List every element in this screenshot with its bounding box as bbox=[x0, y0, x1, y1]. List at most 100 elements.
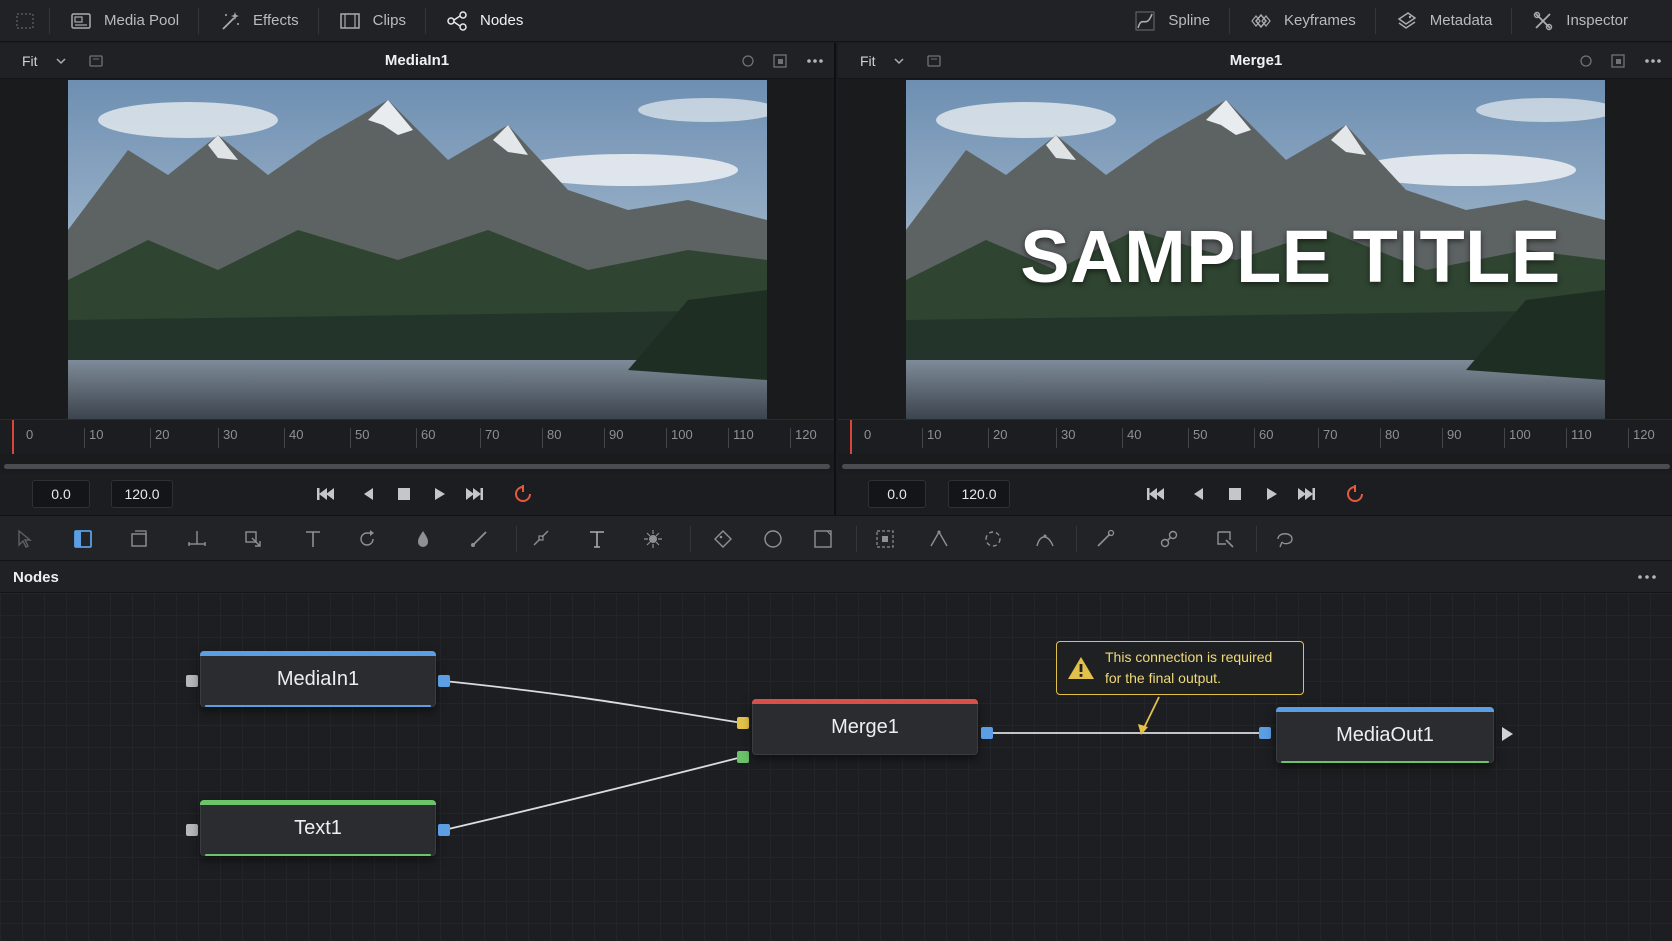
start-timecode-field[interactable]: 0.0 bbox=[32, 480, 90, 508]
effects-wand-icon bbox=[222, 11, 240, 30]
fullscreen-icon[interactable] bbox=[1610, 53, 1626, 69]
node-merge1[interactable]: Merge1 bbox=[752, 699, 978, 755]
end-timecode-field[interactable]: 120.0 bbox=[948, 480, 1010, 508]
media-pool-button[interactable]: Media Pool bbox=[50, 0, 200, 42]
effects-button[interactable]: Effects bbox=[199, 0, 319, 42]
viewer-left: Fit MediaIn1 0 10 20 30 40 50 60 70 80 9… bbox=[0, 43, 836, 515]
sync-icon[interactable] bbox=[740, 53, 756, 69]
bspline-tool[interactable] bbox=[926, 526, 952, 552]
media-pool-label: Media Pool bbox=[104, 12, 180, 29]
nodes-label: Nodes bbox=[479, 12, 524, 29]
metadata-icon bbox=[1397, 11, 1417, 29]
go-to-end-icon[interactable] bbox=[1296, 483, 1318, 505]
overlay-title-text: SAMPLE TITLE bbox=[1020, 215, 1561, 298]
mediain-input-port[interactable] bbox=[186, 675, 198, 687]
text-plus-icon bbox=[590, 531, 604, 548]
output-arrow-icon[interactable] bbox=[1500, 726, 1514, 742]
lasso-tool[interactable] bbox=[1272, 526, 1298, 552]
layout-toggle-icon bbox=[16, 12, 34, 29]
connection-mediain-to-merge bbox=[443, 680, 743, 724]
merge-tool[interactable] bbox=[240, 526, 266, 552]
start-timecode-field[interactable]: 0.0 bbox=[868, 480, 926, 508]
node-mediaout1[interactable]: MediaOut1 bbox=[1276, 707, 1494, 763]
fullscreen-icon[interactable] bbox=[772, 53, 788, 69]
polygon-mask-tool[interactable] bbox=[710, 526, 736, 552]
timeline-ruler[interactable]: 0 10 20 30 40 50 60 70 80 90 100 110 120 bbox=[838, 419, 1672, 454]
mediaout-input-port[interactable] bbox=[1259, 727, 1271, 739]
end-timecode-field[interactable]: 120.0 bbox=[111, 480, 173, 508]
ruler-tick: 60 bbox=[416, 428, 435, 448]
more-options-icon[interactable] bbox=[805, 53, 825, 69]
ruler-tick: 50 bbox=[350, 428, 369, 448]
mediain-output-port[interactable] bbox=[438, 675, 450, 687]
rectangle-mask-tool[interactable] bbox=[810, 526, 836, 552]
more-options-icon[interactable] bbox=[1636, 569, 1658, 585]
go-to-start-icon[interactable] bbox=[1144, 483, 1166, 505]
transform-tool[interactable] bbox=[126, 526, 152, 552]
select-region-tool[interactable] bbox=[1212, 526, 1238, 552]
particle-tool[interactable] bbox=[640, 526, 666, 552]
text-output-port[interactable] bbox=[438, 824, 450, 836]
keyframes-button[interactable]: Keyframes bbox=[1230, 0, 1376, 42]
merge-background-input-port[interactable] bbox=[737, 717, 749, 729]
warp-tool[interactable] bbox=[980, 526, 1006, 552]
link-tool[interactable] bbox=[1156, 526, 1182, 552]
ruler-tick: 80 bbox=[1380, 428, 1399, 448]
ruler-tick: 30 bbox=[218, 428, 237, 448]
pointer-tool[interactable] bbox=[12, 526, 38, 552]
keyer-tool[interactable] bbox=[872, 526, 898, 552]
go-to-end-icon[interactable] bbox=[464, 483, 486, 505]
ruler-tick: 20 bbox=[150, 428, 169, 448]
more-options-icon[interactable] bbox=[1643, 53, 1663, 69]
select-region-icon bbox=[1217, 531, 1234, 548]
ruler-tick: 10 bbox=[922, 428, 941, 448]
ruler-tick: 100 bbox=[1504, 428, 1531, 448]
rotate-tool[interactable] bbox=[354, 526, 380, 552]
stop-icon[interactable] bbox=[393, 483, 415, 505]
sync-icon[interactable] bbox=[1578, 53, 1594, 69]
paint-tool[interactable] bbox=[466, 526, 492, 552]
play-icon[interactable] bbox=[1260, 483, 1282, 505]
spline-button[interactable]: Spline bbox=[1114, 0, 1230, 42]
background-tool[interactable] bbox=[70, 526, 96, 552]
merge-foreground-input-port[interactable] bbox=[737, 751, 749, 763]
tracker-tool[interactable] bbox=[528, 526, 554, 552]
inspector-button[interactable]: Inspector bbox=[1512, 0, 1672, 42]
node-editor-canvas[interactable]: MediaIn1 Text1 Merge1 MediaOut1 This con… bbox=[0, 593, 1672, 941]
scrub-bar[interactable] bbox=[4, 464, 830, 469]
playhead[interactable] bbox=[12, 420, 14, 454]
node-mediain1[interactable]: MediaIn1 bbox=[200, 651, 436, 707]
path-tool[interactable] bbox=[1032, 526, 1058, 552]
pen-tool[interactable] bbox=[1092, 526, 1118, 552]
toggle-panel-button[interactable] bbox=[0, 0, 50, 42]
ruler-tick: 90 bbox=[604, 428, 623, 448]
rotate-icon bbox=[360, 530, 374, 546]
nodes-button[interactable]: Nodes bbox=[426, 0, 543, 42]
text-input-port[interactable] bbox=[186, 824, 198, 836]
ruler-tick: 50 bbox=[1188, 428, 1207, 448]
viewer-header: Fit MediaIn1 bbox=[0, 43, 834, 79]
ellipse-mask-tool[interactable] bbox=[760, 526, 786, 552]
spline-label: Spline bbox=[1168, 12, 1211, 29]
loop-icon[interactable] bbox=[1344, 483, 1366, 505]
ruler-tick: 120 bbox=[1628, 428, 1655, 448]
crop-tool[interactable] bbox=[184, 526, 210, 552]
go-to-start-icon[interactable] bbox=[314, 483, 336, 505]
step-back-icon[interactable] bbox=[358, 483, 380, 505]
metadata-button[interactable]: Metadata bbox=[1376, 0, 1513, 42]
fusion-app: Media Pool Effects Clips Nodes Spline Ke… bbox=[0, 0, 1672, 941]
node-text1[interactable]: Text1 bbox=[200, 800, 436, 856]
clips-button[interactable]: Clips bbox=[319, 0, 427, 42]
play-icon[interactable] bbox=[428, 483, 450, 505]
text-plus-tool[interactable] bbox=[584, 526, 610, 552]
playhead[interactable] bbox=[850, 420, 852, 454]
merge-output-port[interactable] bbox=[981, 727, 993, 739]
ruler-tick: 60 bbox=[1254, 428, 1273, 448]
timeline-ruler[interactable]: 0 10 20 30 40 50 60 70 80 90 100 110 120 bbox=[0, 419, 834, 454]
scrub-bar[interactable] bbox=[842, 464, 1670, 469]
loop-icon[interactable] bbox=[512, 483, 534, 505]
stop-icon[interactable] bbox=[1224, 483, 1246, 505]
text-tool[interactable] bbox=[300, 526, 326, 552]
step-back-icon[interactable] bbox=[1188, 483, 1210, 505]
color-tool[interactable] bbox=[410, 526, 436, 552]
